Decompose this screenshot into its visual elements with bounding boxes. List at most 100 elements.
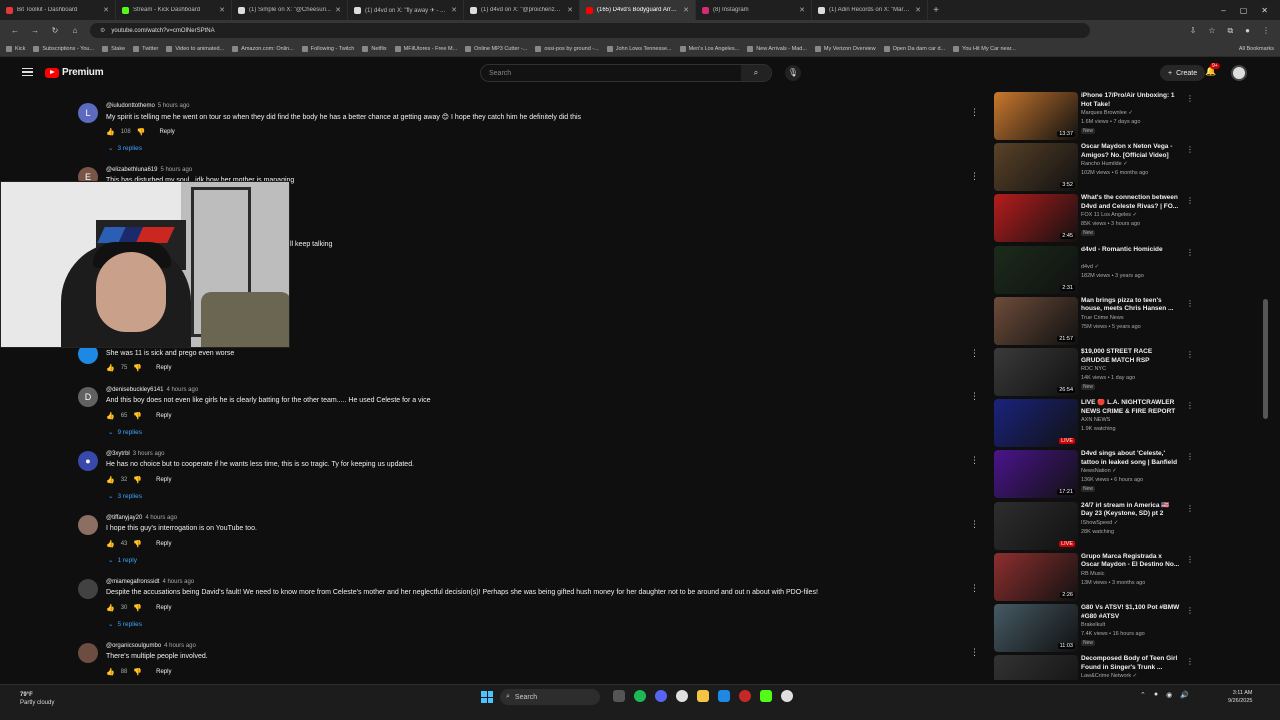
url-field[interactable]: ⚙ youtube.com/watch?v=cmOlNerSPtNA <box>90 23 1090 38</box>
video-thumbnail[interactable]: 3:52 <box>994 143 1078 192</box>
video-title[interactable]: Decomposed Body of Teen Girl Found in Si… <box>1081 655 1181 672</box>
comment-username[interactable]: @elizabethluna619 <box>106 167 157 173</box>
video-title[interactable]: What's the connection between D4vd and C… <box>1081 194 1181 211</box>
browser-tab[interactable]: (1) Adin Records on X: "Marky... ✕ <box>812 0 928 20</box>
weather-widget[interactable]: 79°F Partly cloudy <box>20 691 54 707</box>
like-icon[interactable]: 👍 <box>106 604 115 612</box>
bookmark-item[interactable]: Men's Los Angeles... <box>679 45 739 52</box>
video-title[interactable]: D4vd sings about 'Celeste,' tattoo in le… <box>1081 450 1181 467</box>
comment-username[interactable]: @organicsoulgumbo <box>106 643 161 649</box>
video-channel[interactable]: FOX 11 Los Angeles ✓ <box>1081 212 1137 218</box>
all-bookmarks-button[interactable]: All Bookmarks <box>1239 46 1274 52</box>
video-menu-icon[interactable]: ⋮ <box>1186 452 1194 461</box>
browser-tab[interactable]: (8) Instagram ✕ <box>696 0 812 20</box>
comment-menu-icon[interactable]: ⋮ <box>970 647 979 658</box>
account-avatar[interactable] <box>1231 65 1247 81</box>
like-icon[interactable]: 👍 <box>106 364 115 372</box>
profile-icon[interactable]: ● <box>1245 26 1250 36</box>
chrome-icon[interactable] <box>676 690 688 702</box>
like-icon[interactable]: 👍 <box>106 476 115 484</box>
video-channel[interactable]: d4vd ✓ <box>1081 264 1099 270</box>
chrome-active-icon[interactable] <box>781 690 793 702</box>
taskbar-clock[interactable]: 3:11 AM 9/26/2025 <box>1228 689 1252 705</box>
obs-icon[interactable] <box>739 690 751 702</box>
comment-username[interactable]: @miamegafronssidt <box>106 579 159 585</box>
browser-tab[interactable]: (1) d4vd on X: "fly away ✈ - ... ✕ <box>348 0 464 20</box>
dislike-icon[interactable]: 👎 <box>133 412 142 420</box>
windows-start-icon[interactable] <box>481 691 493 703</box>
browser-tab[interactable]: (165) D4vd's Bodyguard Arrest... ✕ <box>580 0 696 20</box>
recommended-video[interactable]: LIVE LIVE 🔴 L.A. NIGHTCRAWLER NEWS CRIME … <box>994 399 1194 449</box>
tab-close-icon[interactable]: ✕ <box>799 6 805 14</box>
recommended-video[interactable]: 17:21 D4vd sings about 'Celeste,' tattoo … <box>994 450 1194 500</box>
video-title[interactable]: iPhone 17/Pro/Air Unboxing: 1 Hot Take! <box>1081 92 1181 109</box>
create-button[interactable]: + Create <box>1160 65 1206 81</box>
comment-menu-icon[interactable]: ⋮ <box>970 171 979 182</box>
bookmark-star-icon[interactable]: ☆ <box>1208 26 1215 36</box>
comment-menu-icon[interactable]: ⋮ <box>970 391 979 402</box>
bookmark-item[interactable]: ossi-pos by ground -... <box>535 45 599 52</box>
recommended-video[interactable]: Decomposed Body of Teen Girl Found in Si… <box>994 655 1194 680</box>
video-title[interactable]: 24/7 irl stream in America 🇺🇸 Day 23 (Ke… <box>1081 502 1181 519</box>
video-menu-icon[interactable]: ⋮ <box>1186 401 1194 410</box>
comment-menu-icon[interactable]: ⋮ <box>970 519 979 530</box>
tab-close-icon[interactable]: ✕ <box>683 6 689 14</box>
comment-avatar[interactable] <box>78 515 98 535</box>
bookmark-item[interactable]: Subscriptions - You... <box>33 45 94 52</box>
video-menu-icon[interactable]: ⋮ <box>1186 248 1194 257</box>
browser-tab[interactable]: (1) d4vd on X: "@proichenzo ... ✕ <box>464 0 580 20</box>
comment-avatar[interactable] <box>78 643 98 663</box>
comment-menu-icon[interactable]: ⋮ <box>970 348 979 359</box>
comment-timestamp[interactable]: 4 hours ago <box>164 643 196 649</box>
tray-app-icon[interactable]: ● <box>1154 691 1158 699</box>
comment-avatar[interactable] <box>78 579 98 599</box>
dislike-icon[interactable]: 👎 <box>133 668 142 676</box>
dislike-icon[interactable]: 👎 <box>137 128 146 136</box>
bookmark-item[interactable]: New Arrivals - Mad... <box>747 45 807 52</box>
video-title[interactable]: d4vd - Romantic Homicide <box>1081 246 1181 255</box>
task-view-icon[interactable] <box>613 690 625 702</box>
video-channel[interactable]: AXN NEWS <box>1081 417 1110 423</box>
comment-timestamp[interactable]: 5 hours ago <box>158 103 190 109</box>
video-channel[interactable]: IShowSpeed ✓ <box>1081 520 1118 526</box>
video-title[interactable]: Man brings pizza to teen's house, meets … <box>1081 297 1181 314</box>
comment-timestamp[interactable]: 4 hours ago <box>145 515 177 521</box>
file-explorer-icon[interactable] <box>697 690 709 702</box>
video-menu-icon[interactable]: ⋮ <box>1186 350 1194 359</box>
kick-icon[interactable] <box>760 690 772 702</box>
spotify-icon[interactable] <box>634 690 646 702</box>
reply-button[interactable]: Reply <box>156 669 171 675</box>
comment-timestamp[interactable]: 4 hours ago <box>162 579 194 585</box>
home-icon[interactable]: ⌂ <box>70 26 80 35</box>
volume-icon[interactable]: 🔊 <box>1180 691 1189 699</box>
recommended-video[interactable]: 2:45 What's the connection between D4vd a… <box>994 194 1194 244</box>
view-replies-button[interactable]: ⌄ 9 replies <box>108 428 142 437</box>
tab-close-icon[interactable]: ✕ <box>219 6 225 14</box>
extensions-icon[interactable]: ⧉ <box>1227 26 1233 36</box>
reply-button[interactable]: Reply <box>156 541 171 547</box>
menu-icon[interactable]: ⋮ <box>1262 26 1270 36</box>
video-channel[interactable]: Rancho Humilde ✓ <box>1081 161 1128 167</box>
reply-button[interactable]: Reply <box>156 605 171 611</box>
like-icon[interactable]: 👍 <box>106 412 115 420</box>
like-icon[interactable]: 👍 <box>106 540 115 548</box>
comment-username[interactable]: @tiffanyjay20 <box>106 515 142 521</box>
bookmark-item[interactable]: Open Da dam car d... <box>883 45 945 52</box>
video-title[interactable]: Oscar Maydon x Neton Vega - Amigos? No. … <box>1081 143 1181 160</box>
search-icon[interactable]: ⌕ <box>741 65 771 81</box>
video-thumbnail[interactable]: 17:21 <box>994 450 1078 499</box>
comment-timestamp[interactable]: 3 hours ago <box>133 451 165 457</box>
recommended-video[interactable]: 3:52 Oscar Maydon x Neton Vega - Amigos? … <box>994 143 1194 193</box>
video-title[interactable]: Grupo Marca Registrada x Oscar Maydon - … <box>1081 553 1181 570</box>
tray-chevron-icon[interactable]: ⌃ <box>1140 691 1146 699</box>
bookmark-item[interactable]: Amazon.com: Onlin... <box>232 45 294 52</box>
bookmark-item[interactable]: My Verizon Overview <box>814 45 876 52</box>
close-window-icon[interactable]: ✕ <box>1261 6 1268 15</box>
bookmark-item[interactable]: MFilUtores - Free M... <box>394 45 457 52</box>
search-box[interactable]: Search ⌕ <box>480 64 772 82</box>
video-thumbnail[interactable] <box>994 655 1078 680</box>
video-thumbnail[interactable]: 21:57 <box>994 296 1078 345</box>
recommended-video[interactable]: 11:03 G80 Vs ATSV! $1,100 Pot #BMW #G80 #… <box>994 604 1194 654</box>
bookmark-item[interactable]: Kick <box>6 45 25 52</box>
minimize-icon[interactable]: – <box>1221 6 1225 15</box>
